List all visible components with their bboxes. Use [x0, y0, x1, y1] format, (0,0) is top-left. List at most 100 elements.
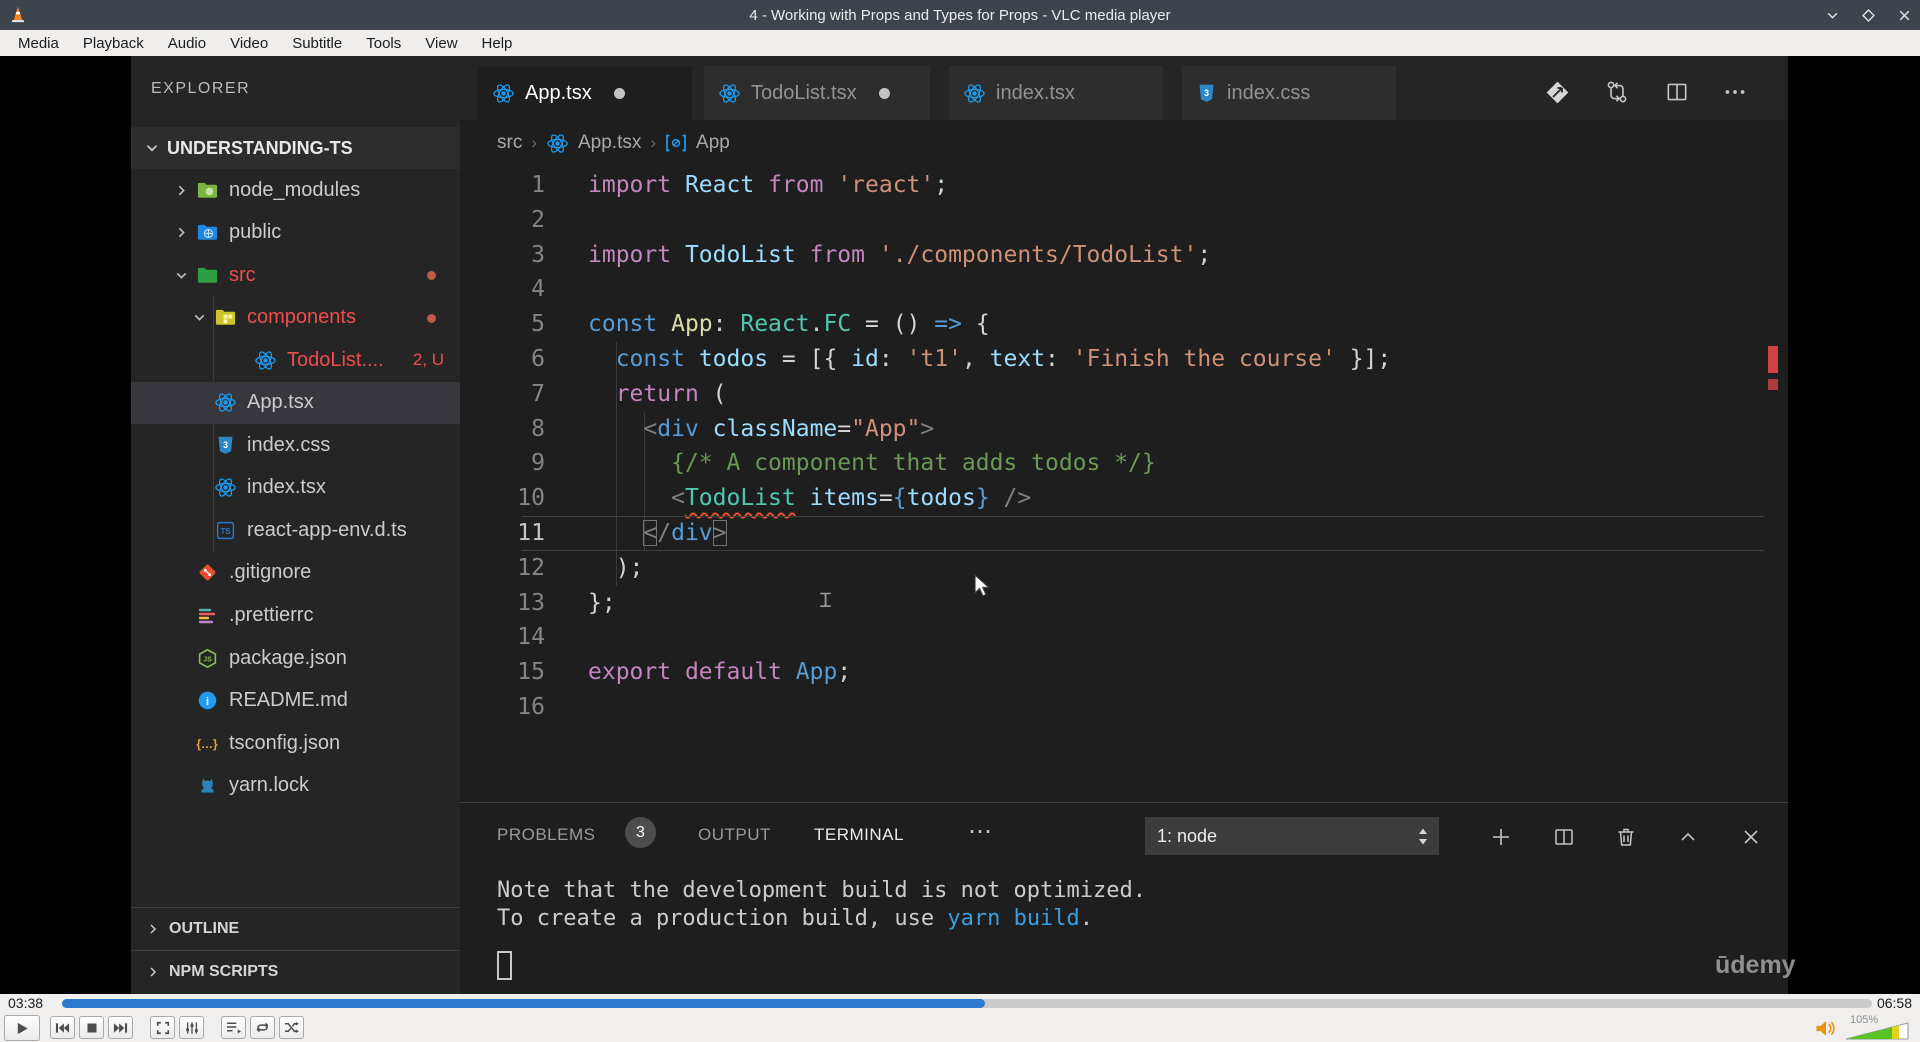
tab-index.css[interactable]: 3 index.css	[1182, 66, 1396, 120]
menu-tools[interactable]: Tools	[354, 33, 413, 54]
terminal-select[interactable]: 1: node	[1145, 817, 1439, 855]
tree-item-todolist-[interactable]: TodoList.... 2, U	[131, 339, 460, 381]
code-line-16[interactable]: 16	[460, 690, 1788, 725]
playlist-button[interactable]	[221, 1016, 246, 1039]
volume-icon[interactable]	[1814, 1019, 1838, 1042]
maximize-icon[interactable]	[1858, 5, 1878, 25]
seek-bar[interactable]	[62, 999, 1872, 1008]
vscode-window: EXPLORER UNDERSTANDING-TS node_modules pu…	[131, 56, 1796, 994]
tree-item-node-modules[interactable]: node_modules	[131, 169, 460, 211]
tree-item-src[interactable]: src	[131, 254, 460, 296]
loop-button[interactable]	[250, 1016, 275, 1039]
sidebar-section-outline[interactable]: OUTLINE	[131, 907, 460, 949]
tab-index.tsx[interactable]: index.tsx	[949, 66, 1163, 120]
menu-subtitle[interactable]: Subtitle	[280, 33, 354, 54]
shuffle-button[interactable]	[279, 1016, 304, 1039]
code-line-12[interactable]: 12 );	[460, 551, 1788, 586]
code-line-9[interactable]: 9 {/* A component that adds todos */}	[460, 446, 1788, 481]
stop-button[interactable]	[79, 1016, 104, 1039]
tree-item-index-css[interactable]: 3 index.css	[131, 424, 460, 466]
tree-item-app-tsx[interactable]: App.tsx	[131, 381, 460, 424]
tree-item-readme-md[interactable]: i README.md	[131, 680, 460, 722]
breadcrumb-segment[interactable]: App.tsx	[578, 132, 641, 154]
react-icon	[211, 476, 239, 499]
new-terminal-icon[interactable]	[1483, 820, 1519, 854]
react-file-icon	[492, 82, 515, 105]
close-panel-icon[interactable]	[1733, 820, 1769, 854]
close-icon[interactable]	[1894, 5, 1914, 25]
menu-video[interactable]: Video	[218, 33, 280, 54]
next-button[interactable]	[108, 1016, 133, 1039]
tree-item-yarn-lock[interactable]: yarn.lock	[131, 765, 460, 807]
menu-audio[interactable]: Audio	[156, 33, 218, 54]
menu-playback[interactable]: Playback	[71, 33, 156, 54]
sidebar-section-npm-scripts[interactable]: NPM SCRIPTS	[131, 950, 460, 992]
code-line-3[interactable]: 3 import TodoList from './components/Todo…	[460, 238, 1788, 273]
minimize-icon[interactable]	[1822, 5, 1842, 25]
extended-settings-button[interactable]	[179, 1016, 204, 1039]
chevron-right-icon	[145, 921, 161, 937]
git-compare-icon[interactable]	[1600, 76, 1634, 108]
code-line-10[interactable]: 10 <TodoList items={todos} />	[460, 481, 1788, 516]
video-area[interactable]: EXPLORER UNDERSTANDING-TS node_modules pu…	[0, 56, 1920, 994]
breadcrumb-segment[interactable]: src	[497, 132, 522, 154]
tab-label: index.css	[1227, 81, 1311, 104]
file-label: public	[229, 221, 282, 244]
volume-slider[interactable]	[1845, 1022, 1909, 1042]
code-line-13[interactable]: 13};	[460, 586, 1788, 621]
tab-todolist.tsx[interactable]: TodoList.tsx	[704, 66, 930, 120]
menu-help[interactable]: Help	[470, 33, 525, 54]
panel-tab-output[interactable]: OUTPUT	[698, 825, 771, 845]
menu-media[interactable]: Media	[6, 33, 71, 54]
split-terminal-icon[interactable]	[1546, 820, 1582, 854]
css-icon: 3	[211, 435, 239, 456]
panel-tab-terminal[interactable]: TERMINAL	[814, 825, 904, 845]
more-actions-icon[interactable]	[1718, 76, 1752, 108]
code-editor[interactable]: 1 import React from 'react'; 2 3 import Todo…	[460, 168, 1788, 725]
file-label: .gitignore	[229, 561, 312, 584]
code-line-6[interactable]: 6 const todos = [{ id: 't1', text: 'Fini…	[460, 342, 1788, 377]
tree-item--prettierrc[interactable]: .prettierrc	[131, 595, 460, 637]
tree-item-components[interactable]: components	[131, 297, 460, 339]
fullscreen-button[interactable]	[150, 1016, 175, 1039]
line-number: 15	[517, 659, 545, 686]
seek-row: 03:38 06:58	[0, 994, 1920, 1014]
code-line-1[interactable]: 1 import React from 'react';	[460, 168, 1788, 203]
tree-item-index-tsx[interactable]: index.tsx	[131, 467, 460, 509]
modified-dot-badge	[427, 271, 436, 281]
seek-bar-fill	[62, 999, 986, 1008]
problems-badge: 2, U	[412, 350, 444, 370]
previous-button[interactable]	[50, 1016, 75, 1039]
code-line-5[interactable]: 5 const App: React.FC = () => {	[460, 307, 1788, 342]
code-line-15[interactable]: 15 export default App;	[460, 655, 1788, 690]
breadcrumb-segment[interactable]: App	[696, 132, 730, 154]
menu-view[interactable]: View	[413, 33, 469, 54]
terminal-panel: PROBLEMS 3 OUTPUT TERMINAL ⋯ 1: node Not…	[460, 802, 1796, 994]
code-line-14[interactable]: 14	[460, 620, 1788, 655]
line-number: 5	[531, 311, 545, 338]
total-time: 06:58	[1876, 995, 1912, 1011]
maximize-panel-icon[interactable]	[1670, 820, 1706, 854]
tree-item-package-json[interactable]: JS package.json	[131, 637, 460, 679]
open-changes-icon[interactable]	[1540, 76, 1574, 108]
tree-item-react-app-env-d-ts[interactable]: TS react-app-env.d.ts	[131, 509, 460, 551]
code-line-2[interactable]: 2	[460, 203, 1788, 238]
tree-root-folder[interactable]: UNDERSTANDING-TS	[131, 127, 460, 169]
terminal-output[interactable]: Note that the development build is not o…	[497, 877, 1146, 933]
tree-item-tsconfig-json[interactable]: {…} tsconfig.json	[131, 722, 460, 764]
code-line-4[interactable]: 4	[460, 272, 1788, 307]
code-line-7[interactable]: 7 return (	[460, 377, 1788, 412]
code-line-11[interactable]: 11 </div>	[460, 515, 1788, 551]
code-line-8[interactable]: 8 <div className="App">	[460, 412, 1788, 447]
play-button[interactable]	[4, 1015, 40, 1041]
tree-item-public[interactable]: public	[131, 212, 460, 254]
split-editor-icon[interactable]	[1660, 76, 1694, 108]
kill-terminal-trash-icon[interactable]	[1608, 820, 1644, 854]
tree-item--gitignore[interactable]: .gitignore	[131, 552, 460, 594]
problems-count-badge: 3	[625, 817, 656, 848]
tab-app.tsx[interactable]: App.tsx	[478, 66, 692, 120]
panel-more-actions-icon[interactable]: ⋯	[968, 817, 994, 846]
svg-text:3: 3	[223, 440, 228, 450]
breadcrumb[interactable]: src › App.tsx › App	[497, 120, 730, 166]
panel-tab-problems[interactable]: PROBLEMS	[497, 825, 595, 845]
